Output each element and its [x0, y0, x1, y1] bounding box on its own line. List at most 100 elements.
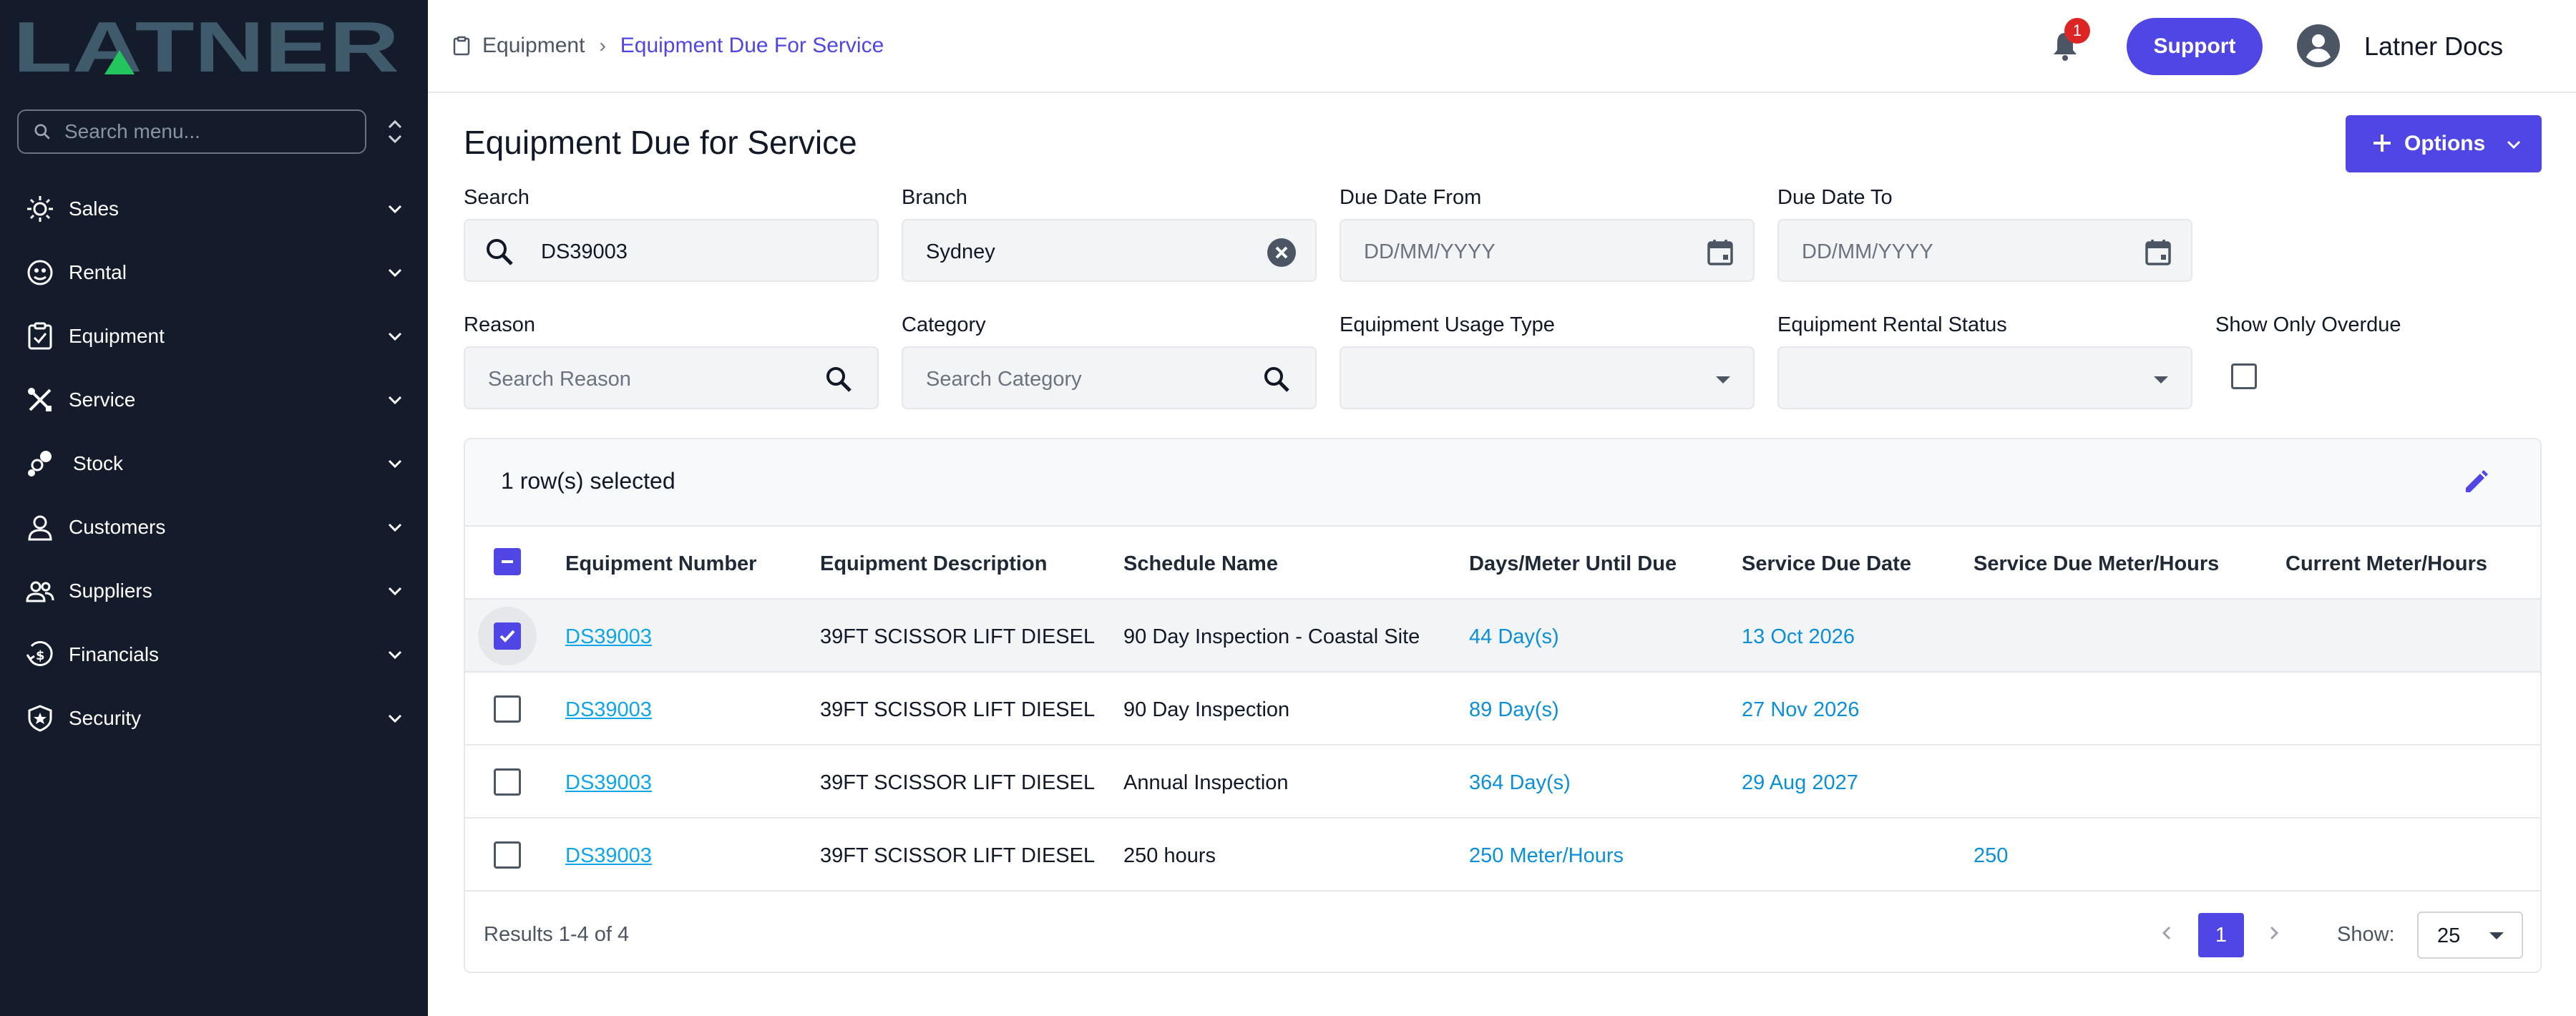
- sidebar-item-label: Stock: [73, 451, 124, 474]
- equipment-number-link[interactable]: DS39003: [565, 625, 652, 649]
- search-icon[interactable]: [823, 363, 854, 395]
- sidebar-item-label: Financials: [69, 643, 160, 665]
- row-checkbox[interactable]: [494, 695, 521, 723]
- sidebar-item-stock[interactable]: Stock: [0, 431, 428, 495]
- sidebar-item-label: Customers: [69, 515, 166, 538]
- table-row[interactable]: DS39003 39FT SCISSOR LIFT DIESEL 90 Day …: [465, 671, 2540, 744]
- table-row[interactable]: DS39003 39FT SCISSOR LIFT DIESEL 250 hou…: [465, 817, 2540, 890]
- schedule-name: 90 Day Inspection - Coastal Site: [1123, 625, 1420, 648]
- rental-status-select[interactable]: [1777, 346, 2192, 409]
- page-number-button[interactable]: 1: [2198, 913, 2244, 957]
- equipment-number-link[interactable]: DS39003: [565, 771, 652, 795]
- customers-icon: [26, 513, 54, 542]
- support-button[interactable]: Support: [2127, 18, 2263, 75]
- rental-icon: [26, 258, 54, 287]
- equipment-number-link[interactable]: DS39003: [565, 698, 652, 722]
- due-to-field[interactable]: DD/MM/YYYY: [1777, 219, 2192, 282]
- column-equipment-description[interactable]: Equipment Description: [820, 552, 1047, 576]
- search-icon: [34, 124, 50, 140]
- sidebar-item-label: Service: [69, 388, 136, 411]
- show-only-overdue-checkbox[interactable]: [2231, 363, 2257, 389]
- search-value: DS39003: [541, 240, 628, 263]
- top-bar: Equipment › Equipment Due For Service 1 …: [428, 0, 2576, 93]
- sidebar-item-rental[interactable]: Rental: [0, 240, 428, 304]
- user-name[interactable]: Latner Docs: [2364, 31, 2503, 62]
- chevron-down-icon: [388, 714, 402, 723]
- notification-count-badge: 1: [2064, 18, 2090, 44]
- table-row[interactable]: DS39003 39FT SCISSOR LIFT DIESEL 90 Day …: [465, 598, 2540, 671]
- security-icon: [26, 704, 54, 733]
- sidebar-item-customers[interactable]: Customers: [0, 495, 428, 559]
- column-schedule-name[interactable]: Schedule Name: [1123, 552, 1278, 576]
- indeterminate-icon: [502, 560, 513, 563]
- due-from-placeholder: DD/MM/YYYY: [1364, 240, 1496, 263]
- sales-icon: [26, 195, 54, 223]
- search-icon[interactable]: [1261, 363, 1292, 395]
- next-page-icon[interactable]: [2260, 919, 2288, 947]
- category-field[interactable]: Search Category: [902, 346, 1317, 409]
- chevron-down-icon: [388, 650, 402, 659]
- caret-down-icon: [2489, 932, 2504, 939]
- sidebar-item-suppliers[interactable]: Suppliers: [0, 559, 428, 622]
- clear-icon[interactable]: [1267, 238, 1297, 268]
- reason-field[interactable]: Search Reason: [464, 346, 879, 409]
- financials-icon: $: [26, 640, 54, 669]
- sidebar-item-label: Equipment: [69, 324, 165, 347]
- schedule-name: Annual Inspection: [1123, 771, 1289, 794]
- column-equipment-number[interactable]: Equipment Number: [565, 552, 756, 576]
- search-field[interactable]: DS39003: [464, 219, 879, 282]
- chevron-down-icon: [388, 587, 402, 595]
- search-icon: [487, 239, 513, 265]
- menu-search[interactable]: [17, 109, 366, 154]
- plus-icon: [2373, 135, 2391, 152]
- schedule-name: 250 hours: [1123, 844, 1216, 867]
- days-until-due: 89 Day(s): [1469, 698, 1559, 721]
- equipment-description: 39FT SCISSOR LIFT DIESEL: [820, 771, 1096, 794]
- options-button[interactable]: Options: [2346, 115, 2542, 172]
- select-all-checkbox[interactable]: [494, 548, 521, 575]
- options-label: Options: [2404, 132, 2486, 155]
- usage-type-label: Equipment Usage Type: [1340, 313, 1555, 336]
- calendar-icon[interactable]: [1706, 238, 1735, 266]
- user-avatar-icon[interactable]: [2296, 23, 2341, 69]
- column-days-meter-until-due[interactable]: Days/Meter Until Due: [1469, 552, 1677, 576]
- equipment-number-link[interactable]: DS39003: [565, 844, 652, 868]
- sidebar-item-label: Sales: [69, 197, 119, 220]
- row-checkbox[interactable]: [494, 622, 521, 650]
- branch-label: Branch: [902, 186, 967, 209]
- edit-icon[interactable]: [2462, 468, 2490, 497]
- page-title: Equipment Due for Service: [464, 124, 857, 161]
- page-size-select[interactable]: 25: [2417, 912, 2523, 959]
- equipment-description: 39FT SCISSOR LIFT DIESEL: [820, 844, 1096, 867]
- calendar-icon[interactable]: [2144, 238, 2172, 266]
- days-until-due: 250 Meter/Hours: [1469, 844, 1624, 867]
- collapse-menu-icon[interactable]: [384, 117, 406, 146]
- sidebar-item-sales[interactable]: Sales: [0, 177, 428, 240]
- usage-type-select[interactable]: [1340, 346, 1755, 409]
- chevron-down-icon: [388, 523, 402, 532]
- row-checkbox[interactable]: [494, 768, 521, 796]
- branch-field[interactable]: Sydney: [902, 219, 1317, 282]
- table-row[interactable]: DS39003 39FT SCISSOR LIFT DIESEL Annual …: [465, 744, 2540, 817]
- sidebar-item-security[interactable]: Security: [0, 686, 428, 750]
- equipment-icon: [26, 322, 54, 351]
- sidebar-item-equipment[interactable]: Equipment: [0, 304, 428, 368]
- due-from-field[interactable]: DD/MM/YYYY: [1340, 219, 1755, 282]
- breadcrumb-current: Equipment Due For Service: [620, 34, 884, 57]
- due-from-label: Due Date From: [1340, 186, 1482, 209]
- sidebar-item-label: Rental: [69, 260, 127, 283]
- breadcrumb-equipment-link[interactable]: Equipment: [482, 34, 585, 58]
- column-service-due-meter-hours[interactable]: Service Due Meter/Hours: [1974, 552, 2219, 576]
- sidebar-item-service[interactable]: Service: [0, 368, 428, 431]
- sidebar-item-financials[interactable]: $ Financials: [0, 622, 428, 686]
- chevron-down-icon: [388, 205, 402, 213]
- brand-logo[interactable]: LATNER: [13, 7, 399, 87]
- page-size-label: Show:: [2337, 923, 2395, 946]
- menu-search-input[interactable]: [64, 120, 351, 143]
- column-current-meter-hours[interactable]: Current Meter/Hours: [2285, 552, 2487, 576]
- previous-page-icon[interactable]: [2152, 919, 2181, 947]
- column-service-due-date[interactable]: Service Due Date: [1742, 552, 1911, 576]
- svg-text:$: $: [36, 648, 45, 663]
- chevron-down-icon: [388, 459, 402, 468]
- row-checkbox[interactable]: [494, 841, 521, 869]
